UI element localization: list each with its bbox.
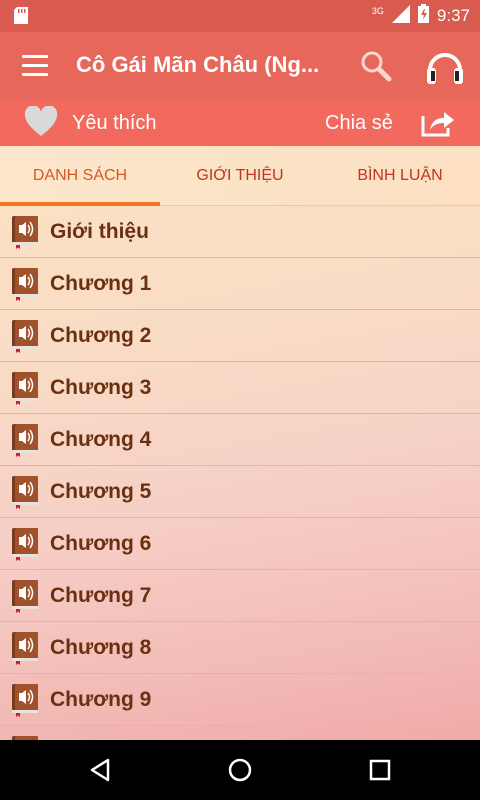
signal-icon xyxy=(391,4,410,28)
audiobook-icon xyxy=(10,215,40,249)
list-item-label: Chương 8 xyxy=(50,636,152,659)
list-item-label: Chương 6 xyxy=(50,532,152,555)
list-item-label: Chương 9 xyxy=(50,688,152,711)
sd-card-icon xyxy=(14,7,28,29)
list-item[interactable]: Giới thiệu xyxy=(0,206,480,258)
list-item[interactable]: Chương 4 xyxy=(0,414,480,466)
list-item-label: Chương 2 xyxy=(50,324,152,347)
battery-icon xyxy=(417,4,429,28)
status-bar: 3G 9:37 xyxy=(0,0,480,32)
navigation-bar xyxy=(0,740,480,800)
app-bar: Cô Gái Mãn Châu (Ng... xyxy=(0,32,480,100)
audiobook-icon xyxy=(10,423,40,457)
chapter-list: Giới thiệu Chương 1 Chương 2 Chương 3 Chương… xyxy=(0,206,480,740)
heart-icon[interactable] xyxy=(24,105,58,138)
list-item[interactable]: Chương 8 xyxy=(0,622,480,674)
audiobook-icon xyxy=(10,267,40,301)
clock: 9:37 xyxy=(436,6,470,25)
audiobook-icon xyxy=(10,527,40,561)
menu-icon[interactable] xyxy=(22,55,48,77)
audiobook-icon xyxy=(10,579,40,613)
list-item-label: Chương 3 xyxy=(50,376,152,399)
headphone-icon[interactable] xyxy=(424,46,466,86)
back-icon[interactable] xyxy=(80,750,120,790)
favorite-label[interactable]: Yêu thích xyxy=(72,112,157,135)
audiobook-icon xyxy=(10,475,40,509)
tab-gioi-thieu[interactable]: GIỚI THIỆU xyxy=(160,146,320,206)
page-title: Cô Gái Mãn Châu (Ng... xyxy=(76,52,320,77)
list-item[interactable]: Chương 5 xyxy=(0,466,480,518)
home-icon[interactable] xyxy=(220,750,260,790)
audiobook-icon xyxy=(10,631,40,665)
list-item[interactable]: Chương 2 xyxy=(0,310,480,362)
share-label[interactable]: Chia sẻ xyxy=(325,112,393,135)
network-type: 3G xyxy=(371,6,384,16)
tab-bar: DANH SÁCH GIỚI THIỆU BÌNH LUẬN xyxy=(0,146,480,207)
tab-danh-sach[interactable]: DANH SÁCH xyxy=(0,146,160,207)
list-item-label: Chương 5 xyxy=(50,480,152,503)
action-bar: Yêu thích Chia sẻ xyxy=(0,100,480,146)
list-item[interactable]: Chương 1 xyxy=(0,258,480,310)
list-item[interactable]: Chương 6 xyxy=(0,518,480,570)
list-item[interactable] xyxy=(0,726,480,740)
list-item-label: Chương 1 xyxy=(50,272,152,295)
audiobook-icon xyxy=(10,371,40,405)
share-icon[interactable] xyxy=(420,108,456,138)
list-item-label: Chương 7 xyxy=(50,584,152,607)
list-item[interactable]: Chương 7 xyxy=(0,570,480,622)
search-icon[interactable] xyxy=(358,48,394,84)
list-item-label: Chương 4 xyxy=(50,428,152,451)
audiobook-icon xyxy=(10,683,40,717)
recents-icon[interactable] xyxy=(360,750,400,790)
audiobook-icon xyxy=(10,319,40,353)
list-item-label: Giới thiệu xyxy=(50,220,149,243)
list-item[interactable]: Chương 3 xyxy=(0,362,480,414)
list-item[interactable]: Chương 9 xyxy=(0,674,480,726)
tab-binh-luan[interactable]: BÌNH LUẬN xyxy=(320,146,480,206)
